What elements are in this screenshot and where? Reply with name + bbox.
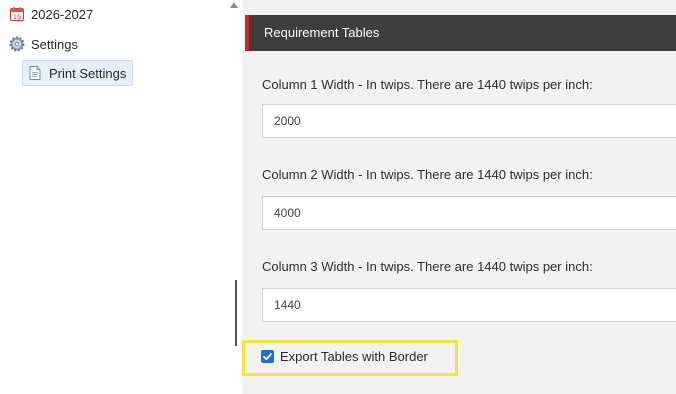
calendar-icon: 19 <box>9 6 25 22</box>
column-3-width-label: Column 3 Width - In twips. There are 144… <box>262 259 593 274</box>
tree-item-settings[interactable]: Settings <box>9 34 78 54</box>
tree-item-2026-2027[interactable]: 19 2026-2027 <box>9 4 93 24</box>
tree-item-label: 2026-2027 <box>31 6 94 22</box>
scroll-up-arrow-icon[interactable] <box>230 2 238 8</box>
export-tables-border-label: Export Tables with Border <box>280 349 428 364</box>
column-1-width-label: Column 1 Width - In twips. There are 144… <box>262 77 593 92</box>
checkmark-icon <box>263 353 272 361</box>
settings-panel: Requirement Tables Column 1 Width - In t… <box>242 0 676 394</box>
navigation-tree: 19 2026-2027 Settings Print Settings <box>0 0 228 394</box>
app-root: 19 2026-2027 Settings Print Settings Req… <box>0 0 676 394</box>
column-3-width-input[interactable] <box>262 288 676 322</box>
tree-item-label: Print Settings <box>49 65 127 81</box>
section-title: Requirement Tables <box>264 25 380 40</box>
document-icon <box>27 65 43 81</box>
column-2-width-label: Column 2 Width - In twips. There are 144… <box>262 167 593 182</box>
section-header: Requirement Tables <box>245 15 676 51</box>
scrollbar-thumb[interactable] <box>235 280 237 346</box>
tree-item-print-settings[interactable]: Print Settings <box>22 60 134 86</box>
tree-item-label: Settings <box>31 36 78 52</box>
export-tables-border-option[interactable]: Export Tables with Border <box>261 349 428 364</box>
column-1-width-input[interactable] <box>262 104 676 138</box>
export-tables-border-checkbox[interactable] <box>261 350 274 363</box>
column-2-width-input[interactable] <box>262 196 676 230</box>
svg-text:19: 19 <box>13 13 21 21</box>
gear-icon <box>9 36 25 52</box>
